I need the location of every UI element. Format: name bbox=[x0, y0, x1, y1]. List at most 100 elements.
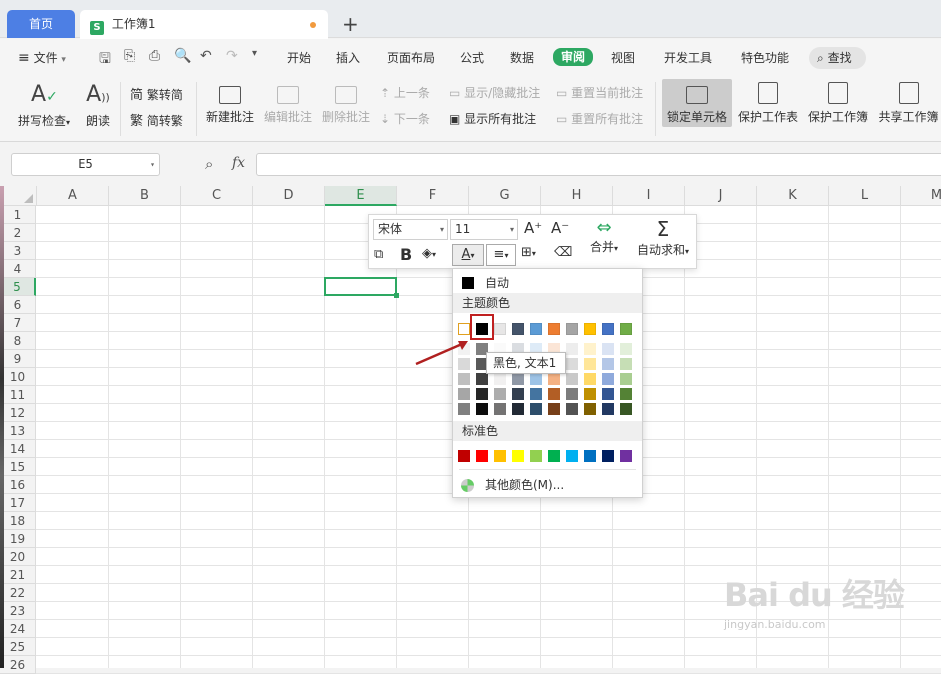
row-header[interactable]: 21 bbox=[0, 566, 36, 584]
row-header[interactable]: 13 bbox=[0, 422, 36, 440]
export-pdf-icon[interactable]: ⎘ bbox=[124, 48, 135, 64]
theme-shade-swatch[interactable] bbox=[620, 403, 632, 415]
theme-shade-swatch[interactable] bbox=[584, 373, 596, 385]
quick-access-more-icon[interactable]: ▾ bbox=[252, 48, 257, 59]
theme-color-swatch[interactable] bbox=[494, 323, 506, 335]
auto-color-option[interactable]: 自动 bbox=[453, 273, 642, 293]
menu-special[interactable]: 特色功能 bbox=[741, 49, 789, 66]
column-header[interactable]: J bbox=[685, 186, 757, 206]
row-header[interactable]: 9 bbox=[0, 350, 36, 368]
standard-color-swatch[interactable] bbox=[458, 450, 470, 462]
protect-book-button[interactable]: 保护工作簿 bbox=[806, 82, 870, 125]
row-header[interactable]: 5 bbox=[0, 278, 36, 296]
column-header[interactable]: A bbox=[37, 186, 109, 206]
theme-color-swatch[interactable] bbox=[548, 323, 560, 335]
font-color-button[interactable]: A▾ bbox=[452, 244, 484, 266]
theme-shade-swatch[interactable] bbox=[602, 403, 614, 415]
theme-shade-swatch[interactable] bbox=[476, 403, 488, 415]
theme-shade-swatch[interactable] bbox=[620, 388, 632, 400]
menu-formula[interactable]: 公式 bbox=[460, 49, 484, 66]
edit-comment-button[interactable]: 编辑批注 bbox=[262, 82, 314, 125]
show-hide-comment-button[interactable]: ▭ 显示/隐藏批注 bbox=[449, 84, 540, 101]
row-header[interactable]: 14 bbox=[0, 440, 36, 458]
row-header[interactable]: 19 bbox=[0, 530, 36, 548]
font-family-select[interactable]: 宋体 ▾ bbox=[373, 219, 448, 240]
next-comment-button[interactable]: ⇣ 下一条 bbox=[380, 110, 430, 127]
theme-shade-swatch[interactable] bbox=[458, 388, 470, 400]
standard-color-swatch[interactable] bbox=[548, 450, 560, 462]
theme-shade-swatch[interactable] bbox=[476, 388, 488, 400]
row-header[interactable]: 3 bbox=[0, 242, 36, 260]
row-header[interactable]: 6 bbox=[0, 296, 36, 314]
theme-shade-swatch[interactable] bbox=[566, 358, 578, 370]
row-header[interactable]: 18 bbox=[0, 512, 36, 530]
theme-shade-swatch[interactable] bbox=[512, 373, 524, 385]
show-all-comments-button[interactable]: ▣ 显示所有批注 bbox=[449, 110, 536, 127]
theme-color-swatch[interactable] bbox=[530, 323, 542, 335]
theme-shade-swatch[interactable] bbox=[584, 388, 596, 400]
row-header[interactable]: 11 bbox=[0, 386, 36, 404]
theme-shade-swatch[interactable] bbox=[476, 373, 488, 385]
protect-sheet-button[interactable]: 保护工作表 bbox=[736, 82, 800, 125]
row-header[interactable]: 26 bbox=[0, 656, 36, 674]
theme-shade-swatch[interactable] bbox=[602, 358, 614, 370]
font-size-select[interactable]: 11 ▾ bbox=[450, 219, 518, 240]
file-menu[interactable]: ≡ 文件 ▾ bbox=[18, 49, 66, 66]
row-header[interactable]: 23 bbox=[0, 602, 36, 620]
more-colors-option[interactable]: 其他颜色(M)... bbox=[453, 474, 642, 496]
select-all-corner[interactable] bbox=[0, 186, 37, 206]
theme-shade-swatch[interactable] bbox=[494, 388, 506, 400]
theme-shade-swatch[interactable] bbox=[566, 343, 578, 355]
autosum-button[interactable]: Σ 自动求和▾ bbox=[631, 217, 695, 258]
menu-review[interactable]: 审阅 bbox=[553, 48, 594, 66]
column-header[interactable]: L bbox=[829, 186, 901, 206]
theme-color-swatch[interactable] bbox=[620, 323, 632, 335]
standard-color-swatch[interactable] bbox=[620, 450, 632, 462]
theme-shade-swatch[interactable] bbox=[584, 403, 596, 415]
standard-color-swatch[interactable] bbox=[566, 450, 578, 462]
column-header[interactable]: D bbox=[253, 186, 325, 206]
column-header[interactable]: I bbox=[613, 186, 685, 206]
spellcheck-button[interactable]: A✓ 拼写检查▾ bbox=[14, 82, 74, 129]
share-book-button[interactable]: 共享工作簿 bbox=[876, 82, 941, 125]
tab-home[interactable]: 首页 bbox=[7, 10, 75, 38]
standard-color-swatch[interactable] bbox=[584, 450, 596, 462]
row-header[interactable]: 10 bbox=[0, 368, 36, 386]
theme-color-swatch[interactable] bbox=[566, 323, 578, 335]
theme-shade-swatch[interactable] bbox=[530, 403, 542, 415]
theme-shade-swatch[interactable] bbox=[494, 403, 506, 415]
theme-shade-swatch[interactable] bbox=[584, 358, 596, 370]
theme-shade-swatch[interactable] bbox=[602, 388, 614, 400]
fill-color-icon[interactable]: ◈▾ bbox=[422, 246, 436, 261]
print-preview-icon[interactable]: 🔍 bbox=[174, 48, 191, 64]
row-header[interactable]: 2 bbox=[0, 224, 36, 242]
column-header[interactable]: E bbox=[325, 186, 397, 206]
theme-shade-swatch[interactable] bbox=[530, 373, 542, 385]
delete-comment-button[interactable]: 删除批注 bbox=[320, 82, 372, 125]
standard-color-swatch[interactable] bbox=[512, 450, 524, 462]
theme-color-swatch[interactable] bbox=[584, 323, 596, 335]
column-header[interactable]: B bbox=[109, 186, 181, 206]
align-button[interactable]: ≡▾ bbox=[486, 244, 516, 266]
theme-shade-swatch[interactable] bbox=[620, 343, 632, 355]
theme-shade-swatch[interactable] bbox=[548, 388, 560, 400]
theme-shade-swatch[interactable] bbox=[566, 388, 578, 400]
column-header[interactable]: H bbox=[541, 186, 613, 206]
menu-page-layout[interactable]: 页面布局 bbox=[387, 49, 435, 66]
theme-color-swatch[interactable] bbox=[458, 323, 470, 335]
reset-all-comments-button[interactable]: ▭ 重置所有批注 bbox=[556, 110, 643, 127]
zoom-search-icon[interactable]: ⌕ bbox=[205, 155, 213, 173]
theme-shade-swatch[interactable] bbox=[530, 388, 542, 400]
column-header[interactable]: K bbox=[757, 186, 829, 206]
clear-format-icon[interactable]: ⌫ bbox=[554, 245, 572, 260]
row-header[interactable]: 15 bbox=[0, 458, 36, 476]
theme-shade-swatch[interactable] bbox=[566, 373, 578, 385]
menu-data[interactable]: 数据 bbox=[510, 49, 534, 66]
bold-button[interactable]: B bbox=[400, 245, 412, 264]
row-header[interactable]: 12 bbox=[0, 404, 36, 422]
theme-shade-swatch[interactable] bbox=[602, 373, 614, 385]
standard-color-swatch[interactable] bbox=[530, 450, 542, 462]
theme-shade-swatch[interactable] bbox=[512, 388, 524, 400]
selected-cell-e5[interactable] bbox=[324, 277, 399, 298]
row-header[interactable]: 25 bbox=[0, 638, 36, 656]
